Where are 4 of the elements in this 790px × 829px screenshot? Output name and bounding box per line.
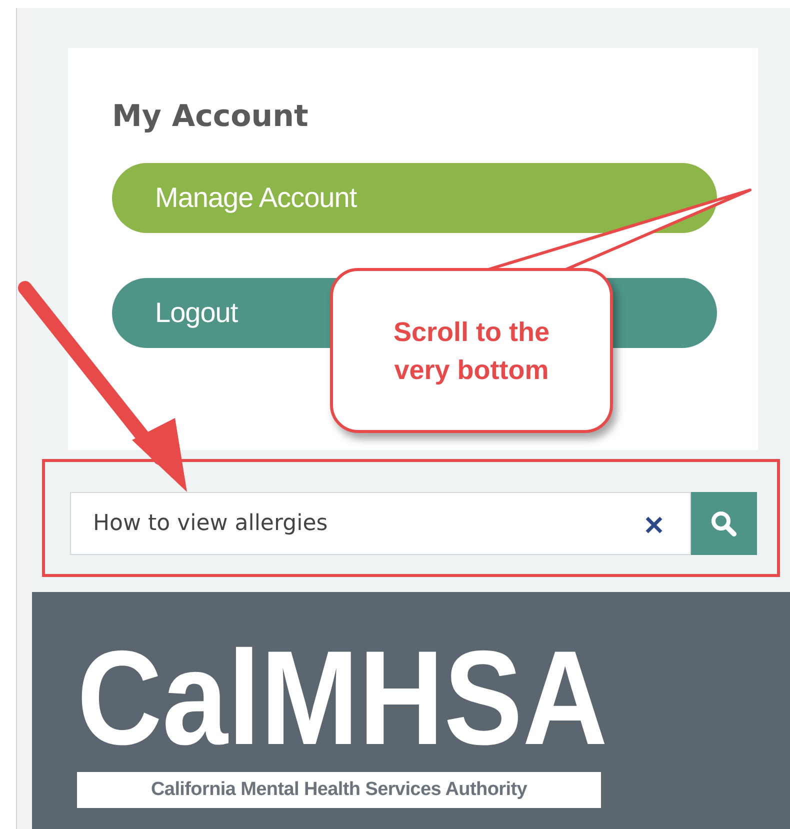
logo-wordmark: CalMHSA bbox=[77, 632, 608, 766]
account-heading: My Account bbox=[112, 98, 310, 136]
callout-text: Scroll to the very bottom bbox=[392, 316, 550, 387]
logo-tagline: California Mental Health Services Authority bbox=[77, 772, 601, 808]
